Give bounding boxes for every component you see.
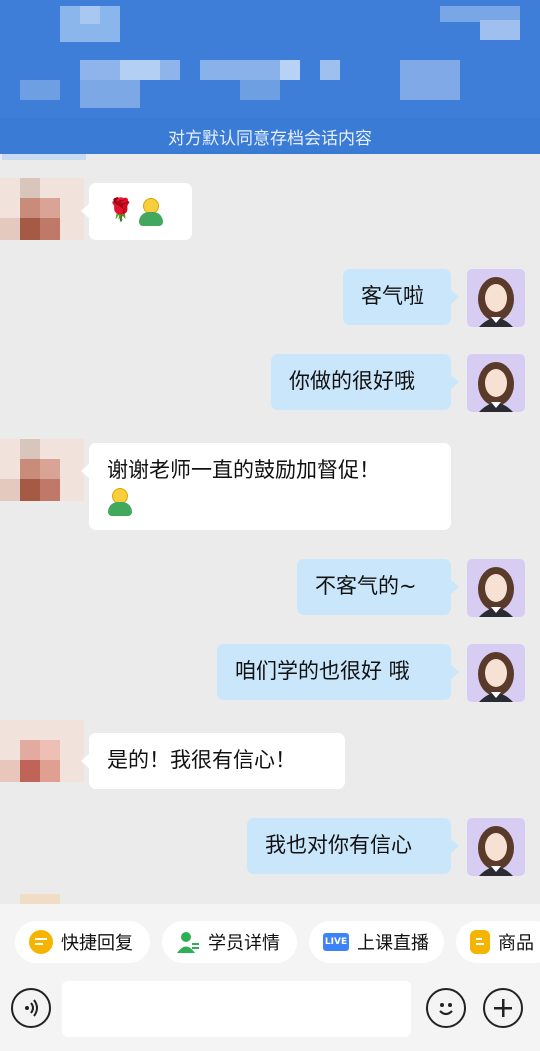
message-bubble-outgoing[interactable]: 我也对你有信心 xyxy=(247,818,459,874)
student-avatar[interactable] xyxy=(0,720,84,782)
live-icon: LIVE xyxy=(323,933,349,951)
message-bubble-incoming[interactable]: 谢谢老师一直的鼓励加督促！ xyxy=(81,443,451,530)
student-avatar[interactable] xyxy=(0,178,84,240)
redacted-title-block xyxy=(320,60,340,80)
message-bubble-outgoing[interactable]: 咱们学的也很好 哦 xyxy=(217,644,459,700)
teacher-avatar[interactable] xyxy=(467,269,525,327)
partial-avatar xyxy=(20,894,60,904)
product-label: 商品 xyxy=(498,933,534,954)
student-detail-button[interactable]: 学员详情 xyxy=(162,921,297,963)
student-detail-label: 学员详情 xyxy=(208,933,280,954)
message-bubble-incoming[interactable]: 🌹 xyxy=(81,183,192,240)
message-bubble-outgoing[interactable]: 不客气的~ xyxy=(297,559,459,615)
voice-button[interactable] xyxy=(11,988,51,1028)
live-class-button[interactable]: LIVE 上课直播 xyxy=(309,921,444,963)
redacted-block xyxy=(2,154,86,160)
emoji-icon xyxy=(439,1003,453,1016)
product-button[interactable]: 商品 xyxy=(456,921,540,963)
person-emoji-icon xyxy=(138,197,164,226)
quick-reply-button[interactable]: 快捷回复 xyxy=(15,921,150,963)
archive-notice-banner: 对方默认同意存档会话内容 xyxy=(0,118,540,154)
quick-reply-label: 快捷回复 xyxy=(61,933,133,954)
input-bar xyxy=(0,978,540,1051)
redacted-title-block xyxy=(480,20,520,40)
redacted-title-block xyxy=(20,80,60,100)
live-class-label: 上课直播 xyxy=(357,933,429,954)
message-input[interactable] xyxy=(62,981,411,1037)
message-list[interactable]: 🌹 客气啦 你做的很好哦 谢谢老师一直的鼓励加督促！ 不客气的~ 咱们学的也很好… xyxy=(0,154,540,904)
redacted-title-block xyxy=(280,60,300,80)
message-bubble-outgoing[interactable]: 客气啦 xyxy=(343,269,459,325)
student-detail-icon xyxy=(176,930,200,954)
teacher-avatar[interactable] xyxy=(467,354,525,412)
plus-button[interactable] xyxy=(483,988,523,1028)
teacher-avatar[interactable] xyxy=(467,644,525,702)
redacted-title-block xyxy=(80,80,140,108)
teacher-avatar[interactable] xyxy=(467,818,525,876)
redacted-title-block xyxy=(120,60,160,80)
product-icon xyxy=(470,930,490,954)
voice-icon xyxy=(25,999,38,1017)
chat-header xyxy=(0,0,540,118)
redacted-title-block xyxy=(400,60,460,100)
quick-action-bar: 快捷回复 学员详情 LIVE 上课直播 商品 xyxy=(0,904,540,978)
plus-icon xyxy=(494,999,512,1017)
redacted-title-block xyxy=(80,6,100,24)
redacted-title-block xyxy=(240,80,280,100)
teacher-avatar[interactable] xyxy=(467,559,525,617)
message-text: 谢谢老师一直的鼓励加督促！ xyxy=(107,457,380,482)
message-bubble-incoming[interactable]: 是的！我很有信心！ xyxy=(81,733,345,789)
person-emoji-icon xyxy=(107,488,133,517)
rose-icon: 🌹 xyxy=(107,198,135,224)
emoji-button[interactable] xyxy=(426,988,466,1028)
student-avatar[interactable] xyxy=(0,439,84,501)
quick-reply-icon xyxy=(29,930,53,954)
message-bubble-outgoing[interactable]: 你做的很好哦 xyxy=(271,354,459,410)
